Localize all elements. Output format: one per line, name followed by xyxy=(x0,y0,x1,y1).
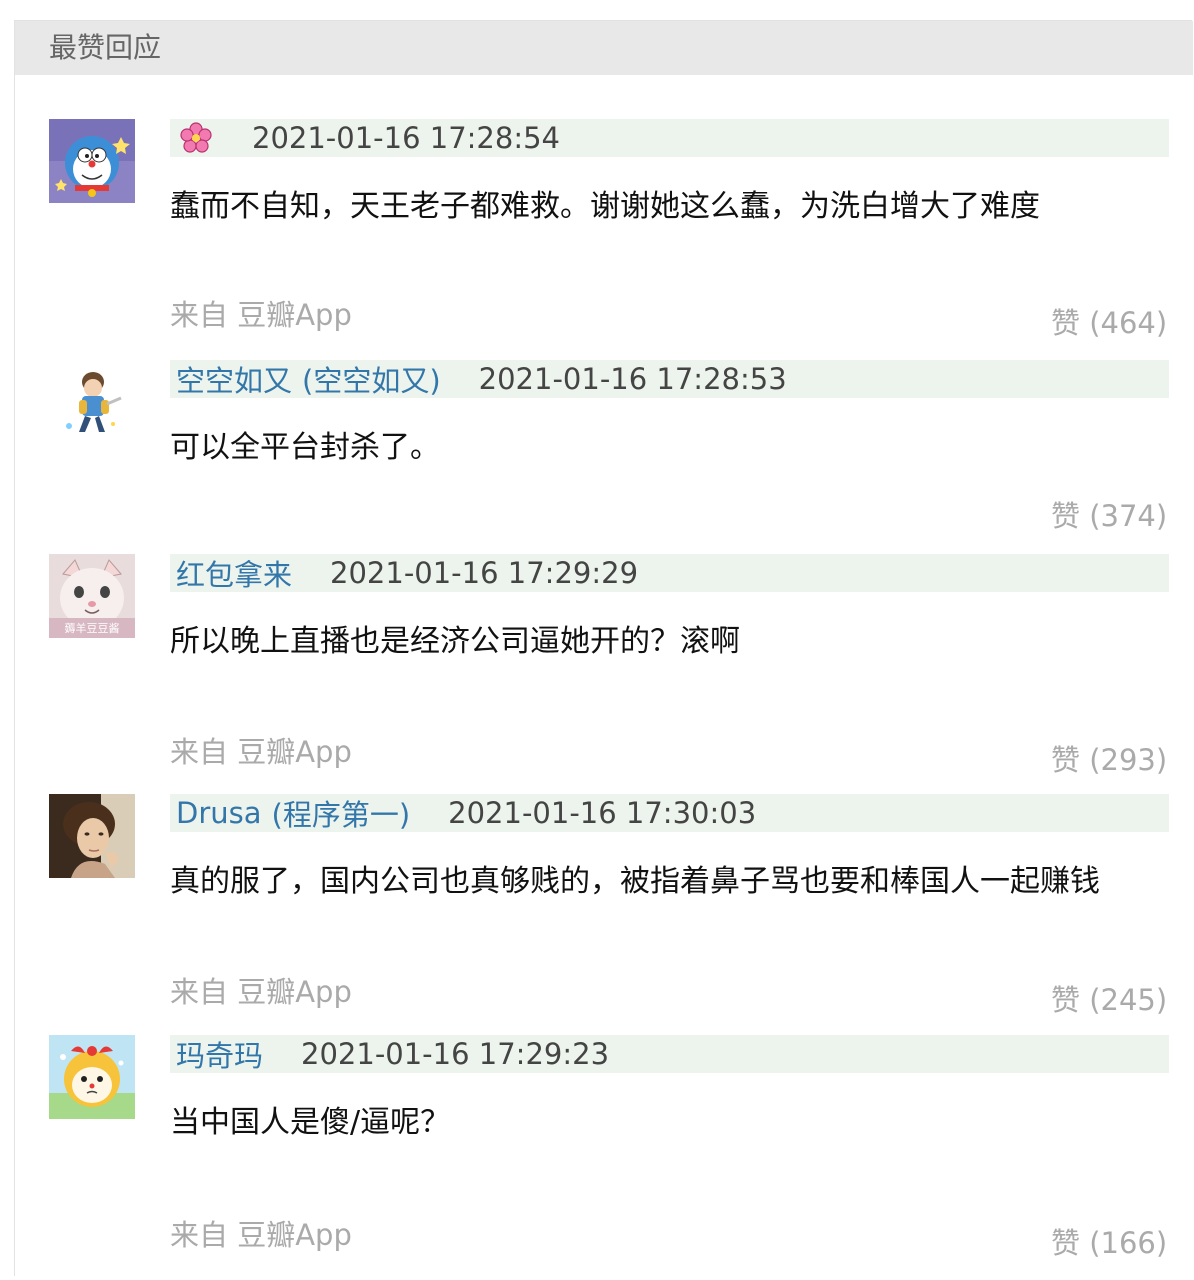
comment-source: 来自 豆瓣App xyxy=(170,1218,352,1252)
comment-meta: 2021-01-16 17:28:54 xyxy=(170,119,1169,157)
comment-meta: Drusa (程序第一) 2021-01-16 17:30:03 xyxy=(170,794,1169,832)
comment-time: 2021-01-16 17:30:03 xyxy=(448,796,757,830)
avatar[interactable] xyxy=(49,119,135,203)
top-replies-panel: 最赞回应 2021-01-16 17:28:54 蠢而不自知，天王老子都难救。谢… xyxy=(14,20,1193,1276)
comment-source: 来自 豆瓣App xyxy=(170,975,352,1009)
avatar[interactable] xyxy=(49,360,135,444)
panel-header: 最赞回应 xyxy=(15,21,1193,75)
comment-time: 2021-01-16 17:29:29 xyxy=(330,556,639,590)
comment-meta: 空空如又 (空空如又) 2021-01-16 17:28:53 xyxy=(170,360,1169,398)
like-button[interactable]: 赞 (293) xyxy=(1051,742,1167,778)
like-button[interactable]: 赞 (374) xyxy=(1051,498,1167,534)
avatar[interactable] xyxy=(49,794,135,878)
comment-content: 可以全平台封杀了。 xyxy=(170,430,440,465)
author-nickname: (程序第一) xyxy=(271,798,411,832)
author-name[interactable]: Drusa xyxy=(176,796,262,830)
like-button[interactable]: 赞 (245) xyxy=(1051,982,1167,1018)
comment-time: 2021-01-16 17:29:23 xyxy=(301,1037,610,1071)
avatar-caption: 薅羊豆豆酱 xyxy=(65,621,120,635)
flower-icon xyxy=(180,122,212,153)
avatar[interactable]: 薅羊豆豆酱 xyxy=(49,554,135,638)
author-name[interactable]: 玛奇玛 xyxy=(176,1033,263,1075)
avatar[interactable] xyxy=(49,1035,135,1119)
comment-meta: 红包拿来 2021-01-16 17:29:29 xyxy=(170,554,1169,592)
author-nickname: (空空如又) xyxy=(302,364,441,398)
comment-meta: 玛奇玛 2021-01-16 17:29:23 xyxy=(170,1035,1169,1073)
comment-time: 2021-01-16 17:28:54 xyxy=(252,121,560,155)
comment-source: 来自 豆瓣App xyxy=(170,735,352,769)
author-name[interactable]: 空空如又 xyxy=(176,358,292,400)
like-button[interactable]: 赞 (464) xyxy=(1051,305,1167,341)
comment-content: 真的服了，国内公司也真够贱的，被指着鼻子骂也要和棒国人一起赚钱 xyxy=(170,864,1100,899)
comment-time: 2021-01-16 17:28:53 xyxy=(478,362,787,396)
comment-content: 蠢而不自知，天王老子都难救。谢谢她这么蠢，为洗白增大了难度 xyxy=(170,189,1040,224)
like-button[interactable]: 赞 (166) xyxy=(1051,1225,1167,1261)
panel-title: 最赞回应 xyxy=(49,31,162,64)
comment-content: 所以晚上直播也是经济公司逼她开的？滚啊 xyxy=(170,624,740,659)
author-name[interactable]: 红包拿来 xyxy=(176,552,292,594)
comment-source: 来自 豆瓣App xyxy=(170,298,352,332)
comment-content: 当中国人是傻/逼呢？ xyxy=(170,1105,451,1140)
